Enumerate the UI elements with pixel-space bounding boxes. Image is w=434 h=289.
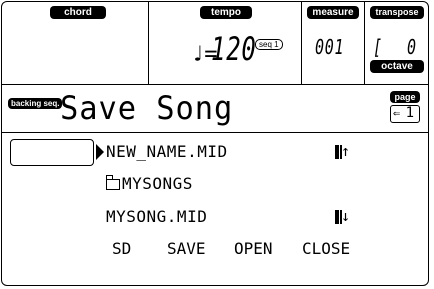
transpose-cell[interactable]: transpose [ 0 octave [365, 2, 428, 84]
sd-button[interactable]: SD [112, 238, 131, 260]
page-number: 1 [405, 105, 414, 121]
open-button[interactable]: OPEN [234, 238, 273, 260]
tempo-value: 120 [211, 30, 257, 68]
mode-badge: backing seq. [8, 98, 63, 109]
scroll-up-button[interactable]: ↑ [335, 141, 350, 161]
octave-label: octave [370, 60, 424, 73]
seq-badge: seq 1 [255, 39, 283, 50]
folder-name: MYSONGS [122, 174, 193, 193]
page-back-arrow-icon[interactable]: ⇐ [393, 106, 400, 121]
scroll-bar-icon [335, 209, 340, 224]
page-title: Save Song [60, 89, 234, 127]
scroll-down-icon: ↓ [341, 207, 351, 225]
scroll-up-icon: ↑ [341, 142, 351, 160]
scroll-down-button[interactable]: ↓ [335, 206, 350, 226]
scroll-bar-icon [335, 144, 340, 159]
transpose-value: 0 [407, 35, 417, 59]
page-selector[interactable]: page ⇐ 1 [390, 91, 420, 125]
list-item[interactable]: NEW_NAME.MID [106, 141, 228, 163]
transpose-bracket: [ [373, 35, 383, 59]
display-screen: chord tempo ♩= 120 seq 1 measure 001 tra… [1, 1, 429, 286]
selection-arrow-icon [96, 144, 104, 160]
measure-cell[interactable]: measure 001 [302, 2, 365, 84]
chord-label: chord [50, 6, 106, 19]
page-number-box[interactable]: ⇐ 1 [390, 105, 420, 123]
transpose-label: transpose [370, 6, 424, 19]
tempo-label: tempo [200, 6, 252, 19]
selection-box[interactable] [10, 139, 94, 166]
page-header: backing seq. Save Song page ⇐ 1 [2, 85, 428, 133]
save-button[interactable]: SAVE [167, 238, 206, 260]
list-item[interactable]: MYSONGS [105, 173, 193, 195]
file-name: MYSONG.MID [106, 207, 208, 226]
chord-cell[interactable]: chord [2, 2, 149, 84]
list-item[interactable]: MYSONG.MID [106, 206, 207, 228]
measure-value: 001 [315, 35, 345, 59]
status-bar: chord tempo ♩= 120 seq 1 measure 001 tra… [2, 2, 428, 85]
tempo-cell[interactable]: tempo ♩= 120 seq 1 [149, 2, 302, 84]
page-label: page [390, 91, 420, 103]
close-button[interactable]: CLOSE [302, 238, 350, 260]
measure-label: measure [307, 6, 359, 19]
file-list: NEW_NAME.MID MYSONGS MYSONG.MID ↑ ↓ SD S… [2, 133, 428, 285]
folder-icon [105, 175, 120, 190]
file-name: NEW_NAME.MID [106, 142, 228, 161]
